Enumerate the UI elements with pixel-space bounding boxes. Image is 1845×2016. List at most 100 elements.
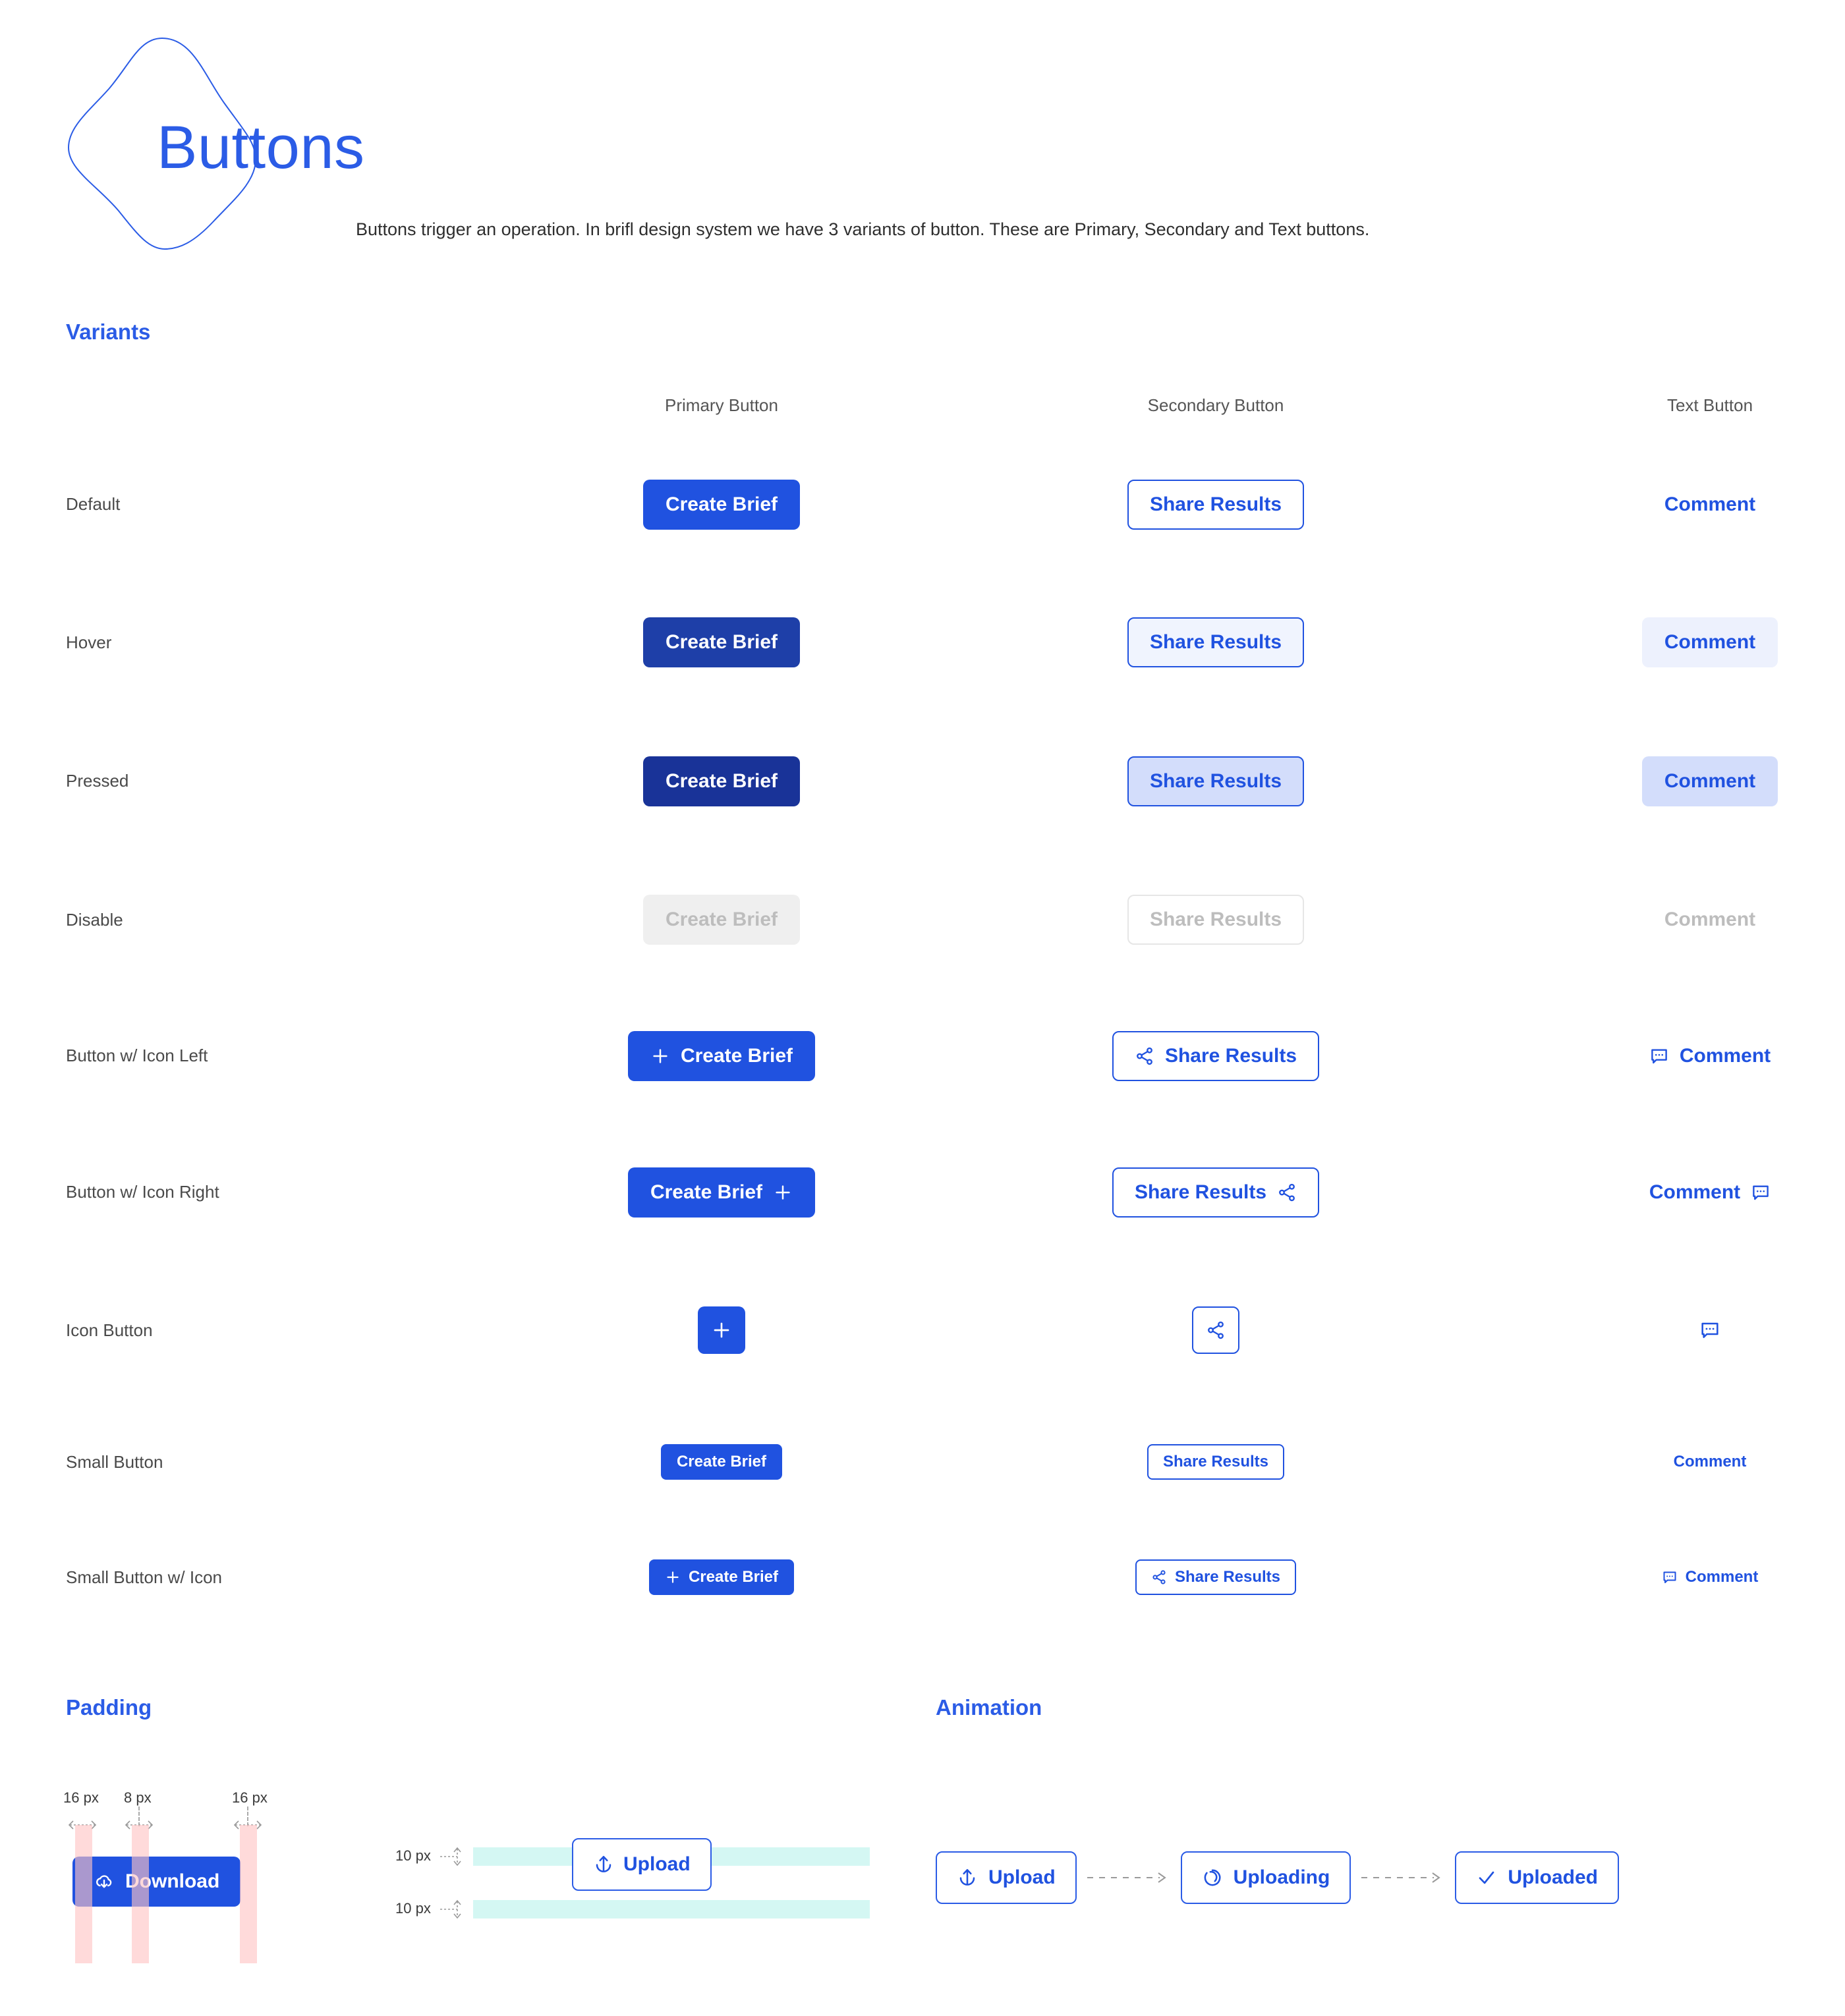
variants-table: Primary Button Secondary Button Text But… [66,376,1778,1630]
plus-icon [714,1322,729,1338]
upload-button-state-uploading[interactable]: Uploading [1180,1851,1351,1904]
button-label: Comment [1679,1044,1771,1067]
spinner-icon [1204,1869,1221,1886]
plus-icon [667,1571,679,1583]
primary-button-hover[interactable]: Create Brief [642,617,801,667]
secondary-button-small[interactable]: Share Results [1147,1444,1285,1480]
upload-button-label: Upload [623,1853,691,1875]
section-title-animation: Animation [936,1695,1042,1720]
padding-label-gap: 8 px [124,1789,152,1806]
measure-arrow-top-icon [440,1847,461,1866]
section-title-variants: Variants [66,320,151,344]
padding-label-bottom: 10 px [395,1900,431,1917]
secondary-button-icon-left[interactable]: Share Results [1112,1030,1320,1081]
text-button-pressed[interactable]: Comment [1641,756,1778,806]
page-header: Buttons Buttons trigger an operation. In… [0,0,1845,277]
text-button-default[interactable]: Comment [1642,480,1778,530]
button-label: Comment [1649,1181,1741,1203]
share-icon [1137,1047,1152,1065]
cloud-download-icon [96,1875,112,1888]
padding-label-left: 16 px [63,1789,99,1806]
secondary-button-hover[interactable]: Share Results [1127,617,1305,667]
button-label: Comment [1685,1568,1759,1586]
button-label: Create Brief [650,1181,763,1203]
upload-button-padding[interactable]: Upload [572,1838,712,1891]
comment-icon [1651,1048,1667,1063]
primary-icon-button[interactable] [698,1306,745,1354]
text-icon-button[interactable] [1686,1306,1734,1354]
text-button-icon-left[interactable]: Comment [1627,1031,1793,1081]
primary-button-small-icon[interactable]: Create Brief [648,1559,795,1595]
column-header-secondary: Secondary Button [1147,395,1284,415]
row-label-disable: Disable [66,909,123,930]
variant-row-pressed: Pressed Create Brief Share Results Comme… [66,711,1778,851]
button-label: Create Brief [688,1568,779,1586]
upload-arrow-icon [596,1856,611,1872]
secondary-button-icon-right[interactable]: Share Results [1112,1167,1320,1218]
share-icon [1279,1183,1295,1201]
download-button[interactable]: Download [72,1857,241,1907]
secondary-button-disabled: Share Results [1127,895,1305,945]
padding-section: 16 px 8 px 16 px Download 10 px 10 px Up… [0,1739,922,2016]
row-label-hover: Hover [66,632,112,652]
upload-button-state-uploaded[interactable]: Uploaded [1455,1851,1619,1904]
primary-button-default[interactable]: Create Brief [642,479,801,530]
variant-row-disable: Disable Create Brief Share Results Comme… [66,851,1755,988]
measure-arrow-bottom-icon [440,1899,461,1919]
padding-label-right: 16 px [232,1789,268,1806]
button-label: Share Results [1134,1181,1267,1203]
row-label-small: Small Button [66,1451,163,1472]
variant-row-icon-button: Icon Button [66,1261,1718,1399]
secondary-button-default[interactable]: Share Results [1127,479,1305,530]
flow-arrow-icon [1361,1872,1441,1883]
upload-button-state-upload[interactable]: Upload [936,1851,1077,1904]
column-header-text: Text Button [1666,395,1753,415]
primary-button-small[interactable]: Create Brief [660,1444,783,1480]
secondary-button-small-icon[interactable]: Share Results [1135,1559,1297,1595]
row-label-pressed: Pressed [66,771,129,791]
variant-row-small: Small Button Create Brief Share Results … [66,1399,1746,1525]
row-label-default: Default [66,494,121,514]
padding-guide-left [75,1825,92,1963]
variant-row-hover: Hover Create Brief Share Results Comment [66,574,1778,711]
page-description: Buttons trigger an operation. In brifl d… [356,219,1370,239]
share-icon [1152,1570,1166,1584]
share-icon [1208,1321,1224,1339]
row-label-small-icon: Small Button w/ Icon [66,1567,222,1587]
secondary-icon-button[interactable] [1192,1306,1239,1354]
comment-icon [1753,1185,1769,1200]
variants-header-row: Primary Button Secondary Button Text But… [66,376,1753,435]
vertical-padding-diagram: 10 px 10 px Upload [395,1838,870,1930]
padding-guide-gap [132,1825,149,1963]
button-label: Uploaded [1508,1866,1598,1888]
button-label: Uploading [1233,1866,1330,1888]
text-button-small-icon[interactable]: Comment [1646,1559,1774,1595]
text-button-disabled: Comment [1642,895,1778,945]
text-button-icon-right[interactable]: Comment [1627,1167,1793,1218]
text-button-hover[interactable]: Comment [1641,617,1778,667]
padding-band-bottom [473,1900,870,1918]
variant-row-icon-right: Button w/ Icon Right Create Brief Share … [66,1123,1769,1261]
secondary-button-pressed[interactable]: Share Results [1127,756,1305,806]
button-label: Share Results [1174,1568,1281,1586]
button-label: Create Brief [680,1044,793,1067]
check-icon [1479,1871,1494,1884]
primary-button-icon-left[interactable]: Create Brief [627,1030,816,1081]
column-header-primary: Primary Button [665,395,778,415]
comment-icon [1663,1571,1676,1583]
upload-arrow-icon [959,1869,975,1886]
animation-section: Upload Uploading Uploaded [922,1739,1845,2016]
primary-button-pressed[interactable]: Create Brief [642,756,801,806]
plus-icon [776,1185,790,1200]
text-button-small[interactable]: Comment [1658,1444,1763,1480]
padding-label-top: 10 px [395,1847,431,1864]
section-title-padding: Padding [66,1695,152,1720]
row-label-icon-button: Icon Button [66,1320,153,1340]
plus-icon [653,1048,667,1063]
page-title: Buttons [157,114,365,181]
row-label-icon-left: Button w/ Icon Left [66,1046,208,1065]
primary-button-icon-right[interactable]: Create Brief [627,1167,816,1218]
button-label: Share Results [1164,1044,1297,1067]
row-label-icon-right: Button w/ Icon Right [66,1182,219,1202]
animation-flow: Upload Uploading Uploaded [936,1851,1619,1904]
